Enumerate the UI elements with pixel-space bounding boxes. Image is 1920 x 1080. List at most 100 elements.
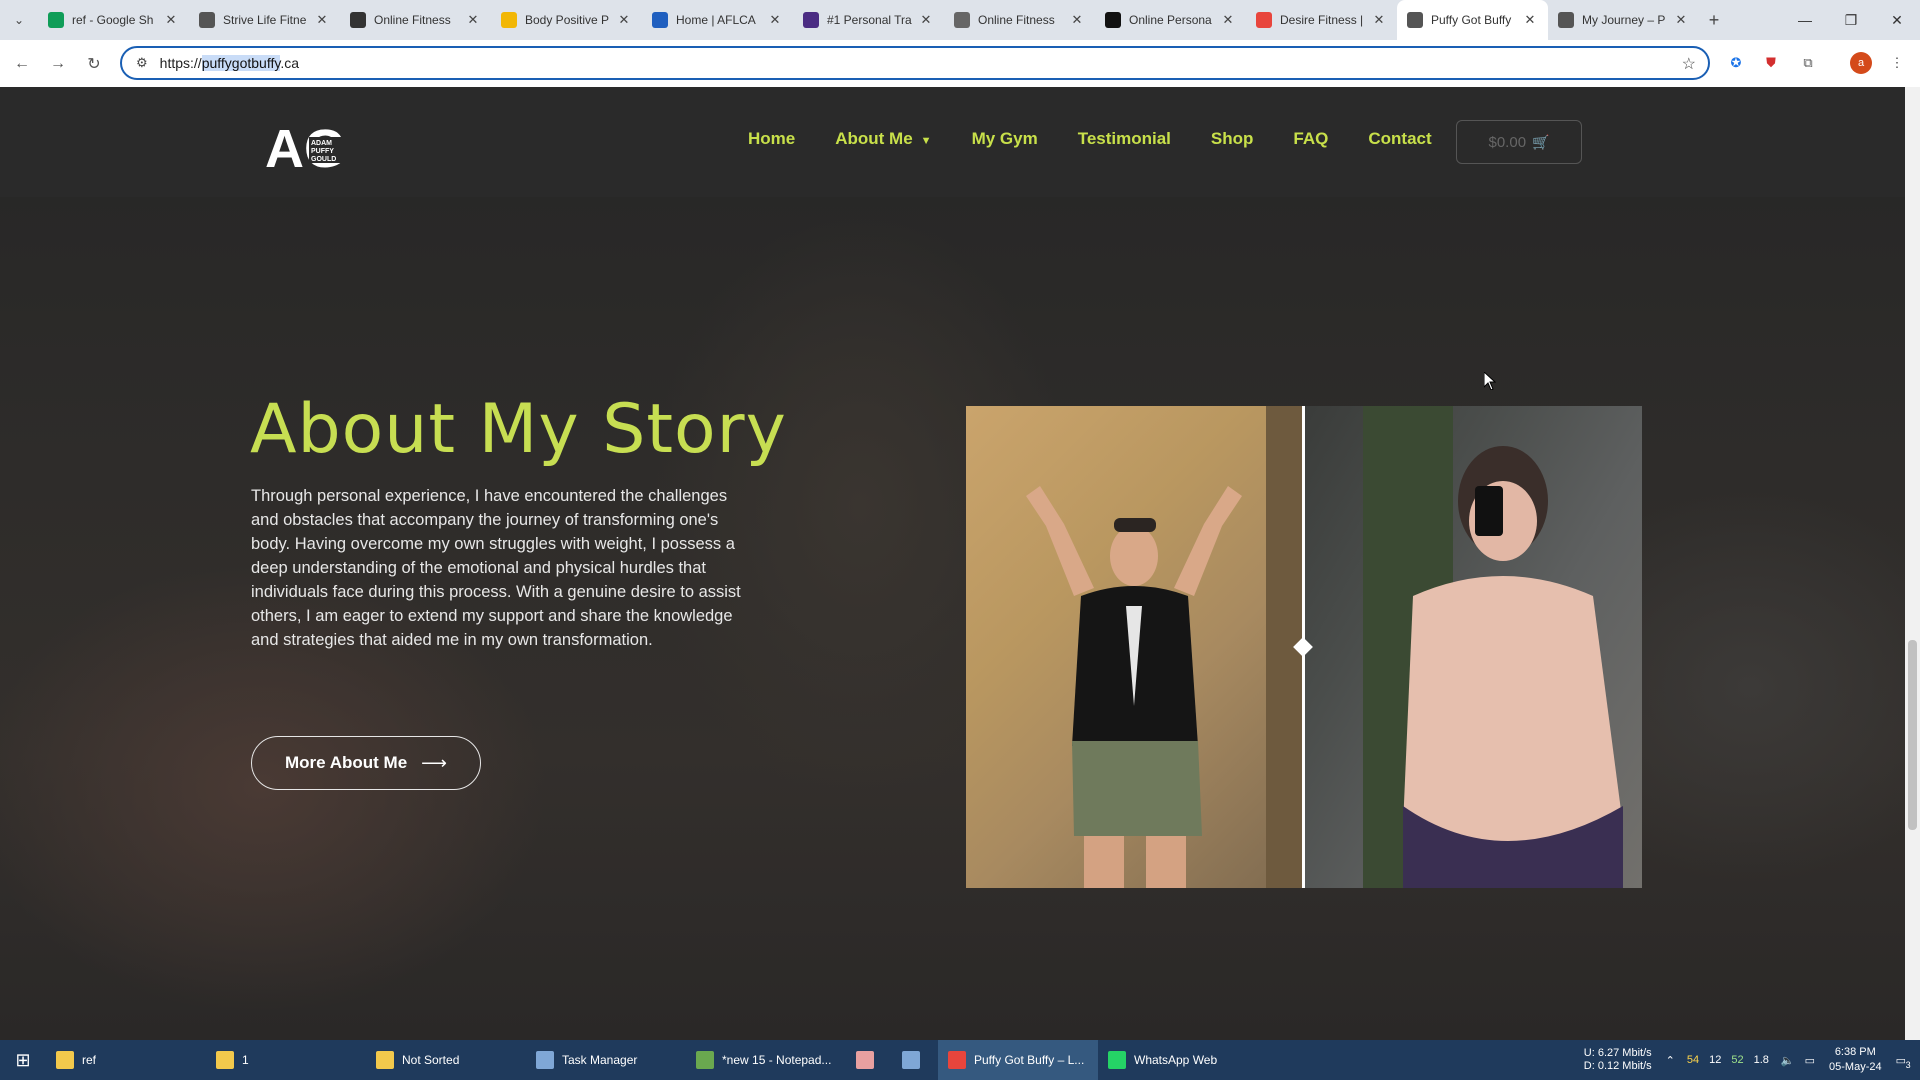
tray-value-1: 54 xyxy=(1686,1054,1700,1066)
browser-tab[interactable]: #1 Personal Tra ✕ xyxy=(793,0,944,40)
tab-title: Desire Fitness | xyxy=(1280,13,1364,27)
url-text[interactable]: https://puffygotbuffy.ca xyxy=(160,55,299,71)
after-photo xyxy=(966,406,1303,888)
app-icon xyxy=(216,1051,234,1069)
taskbar-app[interactable]: 1 xyxy=(206,1040,366,1080)
browser-tab[interactable]: Desire Fitness | ✕ xyxy=(1246,0,1397,40)
nav-link-testimonial[interactable]: Testimonial xyxy=(1078,129,1171,149)
nav-link-my-gym[interactable]: My Gym xyxy=(972,129,1038,149)
browser-tab[interactable]: Strive Life Fitne ✕ xyxy=(189,0,340,40)
system-tray: U: 6.27 Mbit/s D: 0.12 Mbit/s ⌃ 54 12 52… xyxy=(1584,1040,1920,1080)
tab-close-icon[interactable]: ✕ xyxy=(1673,12,1689,28)
clock[interactable]: 6:38 PM 05-May-24 xyxy=(1829,1045,1882,1075)
network-icon[interactable]: ▭ xyxy=(1805,1054,1815,1067)
tab-title: Strive Life Fitne xyxy=(223,13,307,27)
nav-link-about-me[interactable]: About Me ▼ xyxy=(835,129,931,149)
browser-tab[interactable]: Home | AFLCA ✕ xyxy=(642,0,793,40)
app-icon xyxy=(856,1051,874,1069)
nav-link-home[interactable]: Home xyxy=(748,129,795,149)
tab-close-icon[interactable]: ✕ xyxy=(767,12,783,28)
menu-dots-icon[interactable]: ⋮ xyxy=(1886,52,1908,74)
taskbar-app[interactable]: Task Manager xyxy=(526,1040,686,1080)
tab-list: ref - Google Sh ✕ Strive Life Fitne ✕ Online… xyxy=(38,0,1699,40)
notifications-icon[interactable]: ▭ 3 xyxy=(1896,1054,1911,1070)
tab-title: #1 Personal Tra xyxy=(827,13,912,27)
trainer-icon xyxy=(803,12,819,28)
reload-icon[interactable]: ↻ xyxy=(80,50,108,78)
tab-close-icon[interactable]: ✕ xyxy=(163,12,179,28)
svg-text:ADAM: ADAM xyxy=(311,140,332,147)
taskbar-app[interactable] xyxy=(846,1040,892,1080)
more-about-me-button[interactable]: More About Me ⟶ xyxy=(251,736,481,790)
page-scrollbar[interactable] xyxy=(1905,87,1920,1042)
tab-close-icon[interactable]: ✕ xyxy=(918,12,934,28)
restore-icon[interactable]: ❐ xyxy=(1828,0,1874,40)
minimize-icon[interactable]: — xyxy=(1782,0,1828,40)
tab-close-icon[interactable]: ✕ xyxy=(616,12,632,28)
browser-tab[interactable]: ref - Google Sh ✕ xyxy=(38,0,189,40)
tab-close-icon[interactable]: ✕ xyxy=(314,12,330,28)
tab-title: ref - Google Sh xyxy=(72,13,154,27)
tab-search-icon[interactable]: ⌄ xyxy=(0,0,38,40)
tab-title: Puffy Got Buffy xyxy=(1431,13,1512,27)
profile-avatar[interactable]: a xyxy=(1850,52,1872,74)
before-after-slider[interactable] xyxy=(966,406,1642,888)
new-tab-button[interactable]: + xyxy=(1699,10,1729,31)
mouse-pointer-icon xyxy=(1484,372,1496,390)
cart-icon: 🛒 xyxy=(1532,133,1550,150)
site-info-icon[interactable]: ⚙ xyxy=(136,55,148,71)
url-selection[interactable]: puffygotbuffy xyxy=(201,55,281,71)
taskbar-app[interactable] xyxy=(892,1040,938,1080)
nav-link-label: Contact xyxy=(1368,129,1432,148)
about-title: About My Story xyxy=(250,390,787,469)
tray-chevron-icon[interactable]: ⌃ xyxy=(1666,1054,1675,1067)
browser-tab[interactable]: Online Fitness ✕ xyxy=(340,0,491,40)
browser-tab[interactable]: Body Positive P ✕ xyxy=(491,0,642,40)
tab-close-icon[interactable]: ✕ xyxy=(1522,12,1538,28)
browser-tab[interactable]: My Journey – P ✕ xyxy=(1548,0,1699,40)
taskbar-app[interactable]: ref xyxy=(46,1040,206,1080)
speaker-icon[interactable]: 🔈 xyxy=(1781,1054,1795,1067)
taskbar-app[interactable]: *new 15 - Notepad... xyxy=(686,1040,846,1080)
forward-icon[interactable]: → xyxy=(44,50,72,78)
browser-tab[interactable]: Online Fitness ✕ xyxy=(944,0,1095,40)
nav-link-faq[interactable]: FAQ xyxy=(1293,129,1328,149)
windows-start-icon[interactable]: ⊞ xyxy=(0,1040,46,1080)
tab-title: Online Fitness xyxy=(374,13,451,27)
nav-link-label: Testimonial xyxy=(1077,129,1171,148)
desire-icon xyxy=(1256,12,1272,28)
body-icon xyxy=(501,12,517,28)
browser-tab[interactable]: Online Persona ✕ xyxy=(1095,0,1246,40)
site-logo[interactable]: AG ADAM PUFFY GOULD xyxy=(265,115,345,171)
browser-tab[interactable]: Puffy Got Buffy ✕ xyxy=(1397,0,1548,40)
tab-close-icon[interactable]: ✕ xyxy=(465,12,481,28)
extensions-puzzle-icon[interactable]: ⧉ xyxy=(1797,52,1819,74)
nav-link-contact[interactable]: Contact xyxy=(1368,129,1431,149)
tab-close-icon[interactable]: ✕ xyxy=(1371,12,1387,28)
more-about-me-label: More About Me xyxy=(285,753,408,772)
tab-title: Online Fitness xyxy=(978,13,1055,27)
extension-icon[interactable]: ✪ xyxy=(1725,52,1747,74)
scrollbar-thumb[interactable] xyxy=(1908,640,1917,830)
cart-button[interactable]: $0.00 🛒 xyxy=(1456,120,1582,164)
taskbar-app[interactable]: Not Sorted xyxy=(366,1040,526,1080)
close-window-icon[interactable]: ✕ xyxy=(1874,0,1920,40)
address-bar[interactable]: ⚙ https://puffygotbuffy.ca ☆ xyxy=(120,46,1710,80)
nav-link-shop[interactable]: Shop xyxy=(1211,129,1254,149)
tray-value-3: 52 xyxy=(1731,1054,1744,1066)
browser-toolbar: ← → ↻ ⚙ https://puffygotbuffy.ca ☆ ✪ ⛊ ⧉… xyxy=(0,40,1920,87)
taskbar-app-label: Not Sorted xyxy=(402,1053,460,1067)
back-icon[interactable]: ← xyxy=(8,50,36,78)
chevron-down-icon[interactable]: ▼ xyxy=(921,135,932,147)
taskbar-app-label: WhatsApp Web xyxy=(1134,1053,1218,1067)
shield-extension-icon[interactable]: ⛊ xyxy=(1760,52,1782,74)
bookmark-star-icon[interactable]: ☆ xyxy=(1682,54,1696,74)
taskbar-app[interactable]: WhatsApp Web xyxy=(1098,1040,1258,1080)
puffy-icon xyxy=(1407,12,1423,28)
taskbar-app-label: Task Manager xyxy=(562,1053,638,1067)
taskbar-app[interactable]: Puffy Got Buffy – L... xyxy=(938,1040,1098,1080)
tab-close-icon[interactable]: ✕ xyxy=(1220,12,1236,28)
app-icon xyxy=(376,1051,394,1069)
tab-close-icon[interactable]: ✕ xyxy=(1069,12,1085,28)
app-icon xyxy=(948,1051,966,1069)
